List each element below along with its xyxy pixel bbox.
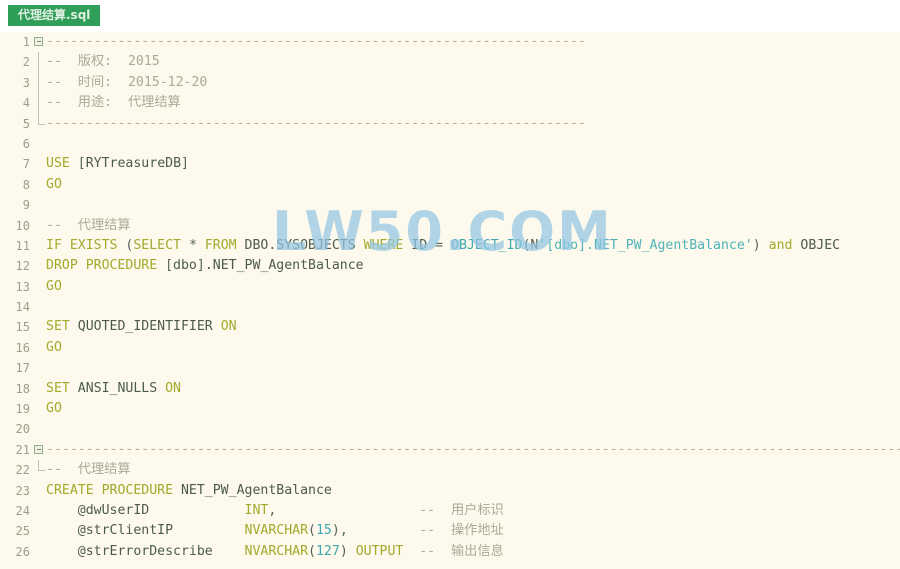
code-line: 6 bbox=[0, 134, 900, 154]
line-number: 7 bbox=[22, 157, 30, 172]
line-number: 14 bbox=[15, 300, 30, 315]
line-number: 24 bbox=[15, 503, 30, 518]
code-text: GO bbox=[46, 339, 62, 355]
code-text: @strClientIP NVARCHAR(15), -- 操作地址 bbox=[46, 523, 504, 539]
comment-token: -- 代理结算 bbox=[46, 462, 131, 478]
line-number: 10 bbox=[15, 218, 30, 233]
code-line: 22 -- 代理结算 bbox=[0, 460, 900, 480]
line-number: 17 bbox=[15, 361, 30, 376]
fold-guide bbox=[38, 93, 39, 114]
code-line: 13 GO bbox=[0, 277, 900, 297]
line-number: 5 bbox=[22, 116, 30, 131]
fold-guide-end bbox=[38, 460, 45, 472]
code-line: 14 bbox=[0, 297, 900, 317]
comment-rule: ----------------------------------------… bbox=[46, 34, 586, 49]
comment-token: -- 时间: 2015-12-20 bbox=[46, 74, 208, 90]
line-number: 22 bbox=[15, 463, 30, 478]
comment-token: -- 用途: 代理结算 bbox=[46, 95, 181, 111]
code-line: 19 GO bbox=[0, 399, 900, 419]
code-line: 8 GO bbox=[0, 175, 900, 195]
line-number: 12 bbox=[15, 259, 30, 274]
tab-bar: 代理结算.sql bbox=[0, 0, 900, 32]
comment-token: -- 版权: 2015 bbox=[46, 54, 160, 70]
line-number: 18 bbox=[15, 381, 30, 396]
code-text: -- 代理结算 bbox=[46, 460, 131, 480]
code-line: 23 CREATE PROCEDURE NET_PW_AgentBalance bbox=[0, 481, 900, 501]
line-number: 11 bbox=[15, 238, 30, 253]
line-number: 13 bbox=[15, 279, 30, 294]
line-number: 19 bbox=[15, 402, 30, 417]
line-number: 9 bbox=[22, 198, 30, 213]
code-text: GO bbox=[46, 401, 62, 417]
code-text: GO bbox=[46, 278, 62, 294]
code-line: 7 USE [RYTreasureDB] bbox=[0, 154, 900, 174]
line-number: 8 bbox=[22, 177, 30, 192]
code-text: SET ANSI_NULLS ON bbox=[46, 380, 181, 396]
code-line: 2 -- 版权: 2015 bbox=[0, 52, 900, 73]
line-number: 26 bbox=[15, 544, 30, 559]
code-text: IF EXISTS (SELECT * FROM DBO.SYSOBJECTS … bbox=[46, 237, 841, 253]
code-text: @strErrorDescribe NVARCHAR(127) OUTPUT -… bbox=[46, 543, 504, 559]
code-line: 16 GO bbox=[0, 338, 900, 358]
code-line: 25 @strClientIP NVARCHAR(15), -- 操作地址 bbox=[0, 521, 900, 541]
line-number: 1 bbox=[22, 35, 30, 49]
code-text: CREATE PROCEDURE NET_PW_AgentBalance bbox=[46, 482, 332, 498]
code-line: 10 -- 代理结算 bbox=[0, 216, 900, 236]
code-lines-container: 1 --------------------------------------… bbox=[0, 32, 900, 569]
editor-tab-label: 代理结算.sql bbox=[18, 8, 91, 22]
fold-guide bbox=[38, 52, 39, 73]
code-line: 24 @dwUserID INT, -- 用户标识 bbox=[0, 501, 900, 521]
code-line: 21 -------------------------------------… bbox=[0, 440, 900, 460]
code-text: GO bbox=[46, 176, 62, 192]
comment-rule: ----------------------------------------… bbox=[46, 441, 900, 457]
code-line: 1 --------------------------------------… bbox=[0, 32, 900, 52]
code-line: 18 SET ANSI_NULLS ON bbox=[0, 379, 900, 399]
code-text: -- 时间: 2015-12-20 bbox=[46, 73, 207, 93]
line-number: 25 bbox=[15, 524, 30, 539]
code-text: DROP PROCEDURE [dbo].NET_PW_AgentBalance bbox=[46, 258, 364, 274]
line-number: 2 bbox=[22, 55, 30, 70]
code-line: 4 -- 用途: 代理结算 bbox=[0, 93, 900, 114]
code-text: ----------------------------------------… bbox=[46, 114, 586, 134]
code-line: 15 SET QUOTED_IDENTIFIER ON bbox=[0, 317, 900, 337]
code-line: 3 -- 时间: 2015-12-20 bbox=[0, 72, 900, 94]
line-number: 23 bbox=[15, 483, 30, 498]
code-text: -- 用途: 代理结算 bbox=[46, 93, 181, 113]
code-line: 26 @strErrorDescribe NVARCHAR(127) OUTPU… bbox=[0, 542, 900, 562]
line-number: 3 bbox=[22, 75, 30, 90]
comment-token: -- 代理结算 bbox=[46, 217, 131, 233]
line-number: 4 bbox=[22, 96, 30, 111]
code-line: 20 bbox=[0, 419, 900, 439]
code-text: ----------------------------------------… bbox=[46, 32, 586, 52]
line-number: 15 bbox=[15, 320, 30, 335]
fold-guide-end bbox=[38, 113, 45, 125]
code-text: ----------------------------------------… bbox=[46, 440, 900, 460]
fold-toggle-icon[interactable] bbox=[34, 444, 43, 454]
code-line: 9 bbox=[0, 195, 900, 215]
code-text: SET QUOTED_IDENTIFIER ON bbox=[46, 319, 237, 335]
comment-rule: ----------------------------------------… bbox=[46, 115, 586, 131]
code-line: 11 IF EXISTS (SELECT * FROM DBO.SYSOBJEC… bbox=[0, 236, 900, 256]
code-editor[interactable]: 1 --------------------------------------… bbox=[0, 32, 900, 569]
line-number: 21 bbox=[15, 442, 30, 457]
fold-toggle-icon[interactable] bbox=[34, 37, 43, 46]
line-number: 20 bbox=[15, 422, 30, 437]
code-text: -- 代理结算 bbox=[46, 216, 131, 236]
fold-guide bbox=[38, 72, 39, 94]
code-line: 17 bbox=[0, 358, 900, 378]
code-text: @dwUserID INT, -- 用户标识 bbox=[46, 502, 504, 518]
line-number: 6 bbox=[22, 136, 30, 151]
line-number: 16 bbox=[15, 340, 30, 355]
code-text: USE [RYTreasureDB] bbox=[46, 156, 189, 172]
editor-tab-file[interactable]: 代理结算.sql bbox=[8, 5, 101, 26]
code-line: 5 --------------------------------------… bbox=[0, 113, 900, 134]
code-line: 12 DROP PROCEDURE [dbo].NET_PW_AgentBala… bbox=[0, 256, 900, 276]
code-text: -- 版权: 2015 bbox=[46, 52, 160, 72]
